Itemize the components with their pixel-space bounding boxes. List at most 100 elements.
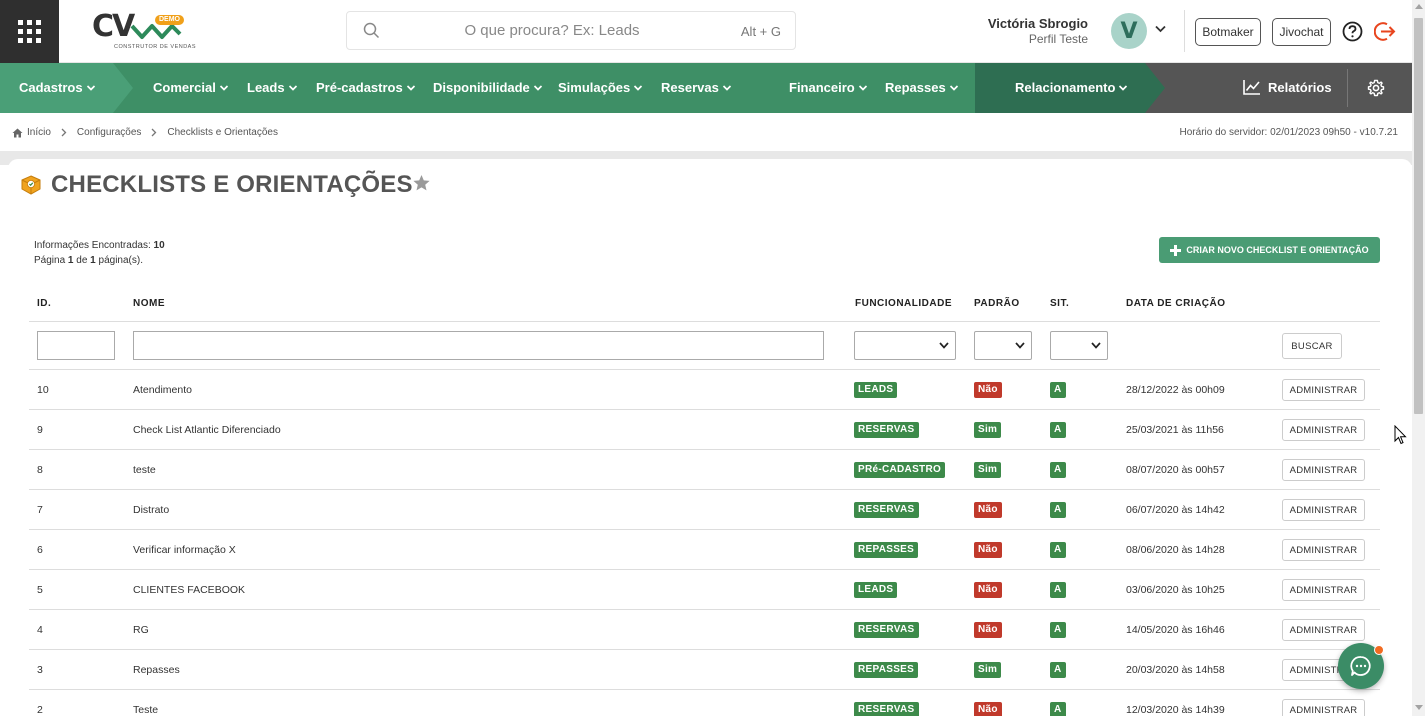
- scroll-up-arrow-icon[interactable]: [1415, 4, 1423, 9]
- column-header-id[interactable]: ID.: [37, 298, 51, 309]
- create-checklist-button[interactable]: CRIAR NOVO CHECKLIST E ORIENTAÇÃO: [1159, 237, 1380, 263]
- search-shortcut: Alt + G: [740, 24, 781, 39]
- breadcrumb-configuracoes[interactable]: Configurações: [77, 127, 141, 138]
- chevron-down-icon: [219, 84, 228, 91]
- filter-name-input[interactable]: [133, 331, 824, 360]
- chevron-down-icon[interactable]: [1155, 25, 1166, 33]
- row-created-date: 14/05/2020 às 16h46: [1126, 624, 1225, 636]
- search-input[interactable]: [387, 12, 717, 49]
- status-badge: A: [1050, 582, 1066, 598]
- breadcrumb-bar: Início Configurações Checklists e Orient…: [0, 113, 1412, 151]
- column-header-name[interactable]: NOME: [133, 298, 165, 309]
- breadcrumb-home-label: Início: [27, 127, 51, 138]
- pagination-total: 1: [90, 255, 96, 266]
- administrar-button[interactable]: ADMINISTRAR: [1282, 419, 1365, 441]
- gear-icon[interactable]: [1367, 79, 1385, 97]
- table-row: 9 Check List Atlantic Diferenciado RESERVA…: [29, 410, 1380, 450]
- help-icon[interactable]: [1342, 21, 1363, 42]
- nav-item-cadastros[interactable]: Cadastros: [19, 80, 96, 95]
- favorite-star-icon[interactable]: [412, 174, 431, 192]
- server-time: Horário do servidor: 02/01/2023 09h50 - …: [1179, 127, 1398, 138]
- column-header-feature[interactable]: FUNCIONALIDADE: [855, 298, 952, 309]
- feature-badge: RESERVAS: [854, 422, 919, 438]
- column-header-default[interactable]: PADRÃO: [974, 298, 1020, 309]
- filter-feature-select[interactable]: [854, 331, 956, 360]
- chat-notification-dot: [1374, 645, 1384, 655]
- nav-segment-arrow: [113, 63, 133, 113]
- top-header: CV DEMO CONSTRUTOR DE VENDAS Alt + G Vic…: [0, 0, 1412, 63]
- nav-item-financeiro[interactable]: Financeiro: [789, 80, 868, 95]
- nav-segment-arrow: [1145, 63, 1165, 113]
- nav-item-repasses[interactable]: Repasses: [885, 80, 959, 95]
- chevron-down-icon: [1119, 84, 1128, 91]
- nav-item-label: Comercial: [153, 80, 216, 95]
- user-profile: Perfil Teste: [1028, 32, 1088, 46]
- nav-item-label: Leads: [247, 80, 285, 95]
- administrar-button[interactable]: ADMINISTRAR: [1282, 459, 1365, 481]
- table-row: 6 Verificar informação X REPASSES Não A 08/06…: [29, 530, 1380, 570]
- row-id: 7: [37, 504, 43, 516]
- administrar-button[interactable]: ADMINISTRAR: [1282, 619, 1365, 641]
- chevron-right-icon: [151, 128, 157, 137]
- results-count-value: 10: [153, 240, 165, 251]
- search-button[interactable]: BUSCAR: [1282, 333, 1342, 359]
- nav-item-leads[interactable]: Leads: [247, 80, 298, 95]
- nav-item-comercial[interactable]: Comercial: [153, 80, 229, 95]
- feature-badge: RESERVAS: [854, 502, 919, 518]
- avatar[interactable]: V: [1111, 13, 1147, 49]
- status-badge: A: [1050, 542, 1066, 558]
- row-id: 5: [37, 584, 43, 596]
- nav-item-label: Relatórios: [1268, 79, 1332, 95]
- logo-text: CV: [92, 9, 135, 44]
- row-id: 2: [37, 704, 43, 716]
- column-header-created[interactable]: DATA DE CRIAÇÃO: [1126, 298, 1226, 309]
- logo[interactable]: CV DEMO CONSTRUTOR DE VENDAS: [92, 9, 196, 52]
- scroll-down-arrow-icon[interactable]: [1415, 705, 1423, 710]
- table-row: 8 teste PRé-CADASTRO Sim A 08/07/2020 às 00h5…: [29, 450, 1380, 490]
- status-badge: A: [1050, 382, 1066, 398]
- default-badge: Sim: [974, 662, 1002, 678]
- feature-badge: PRé-CADASTRO: [854, 462, 946, 478]
- chevron-down-icon: [722, 84, 731, 91]
- nav-item-relatorios[interactable]: Relatórios: [1243, 79, 1332, 95]
- default-badge: Sim: [974, 422, 1002, 438]
- nav-item-relacionamento[interactable]: Relacionamento: [1015, 80, 1128, 95]
- logout-icon[interactable]: [1374, 21, 1396, 42]
- pagination-suffix: página(s).: [98, 255, 143, 266]
- default-badge: Não: [974, 702, 1002, 716]
- botmaker-button[interactable]: Botmaker: [1195, 18, 1261, 46]
- row-created-date: 20/03/2020 às 14h58: [1126, 664, 1225, 676]
- administrar-button[interactable]: ADMINISTRAR: [1282, 379, 1365, 401]
- row-name: Verificar informação X: [133, 544, 236, 556]
- nav-item-disponibilidade[interactable]: Disponibilidade: [433, 80, 543, 95]
- nav-item-pre-cadastros[interactable]: Pré-cadastros: [316, 80, 416, 95]
- filter-default-select[interactable]: [974, 331, 1032, 360]
- pagination-label: Página: [34, 255, 66, 266]
- default-badge: Não: [974, 582, 1002, 598]
- apps-menu-button[interactable]: [0, 0, 59, 63]
- search-icon: [363, 22, 380, 39]
- filter-id-input[interactable]: [37, 331, 115, 360]
- administrar-button[interactable]: ADMINISTRAR: [1282, 539, 1365, 561]
- administrar-button[interactable]: ADMINISTRAR: [1282, 499, 1365, 521]
- column-header-status[interactable]: SIT.: [1050, 298, 1069, 309]
- administrar-button[interactable]: ADMINISTRAR: [1282, 579, 1365, 601]
- page-scrollbar[interactable]: [1412, 0, 1425, 716]
- nav-item-reservas[interactable]: Reservas: [661, 80, 732, 95]
- chevron-down-icon: [939, 342, 949, 349]
- scrollbar-thumb[interactable]: [1414, 18, 1423, 414]
- administrar-button[interactable]: ADMINISTRAR: [1282, 699, 1365, 716]
- filter-status-select[interactable]: [1050, 331, 1108, 360]
- jivochat-button[interactable]: Jivochat: [1272, 18, 1331, 46]
- table-row: 5 CLIENTES FACEBOOK LEADS Não A 03/06/2020 às…: [29, 570, 1380, 610]
- chevron-down-icon: [533, 84, 542, 91]
- nav-item-simulacoes[interactable]: Simulações: [558, 80, 643, 95]
- table-row: 4 RG RESERVAS Não A 14/05/2020 às 16h46 ADMINI…: [29, 610, 1380, 650]
- breadcrumb-home[interactable]: Início: [12, 127, 51, 138]
- default-badge: Não: [974, 542, 1002, 558]
- global-search[interactable]: Alt + G: [346, 11, 796, 50]
- status-badge: A: [1050, 622, 1066, 638]
- line-chart-icon: [1243, 80, 1260, 95]
- status-badge: A: [1050, 702, 1066, 716]
- mouse-cursor-icon: [1394, 425, 1407, 445]
